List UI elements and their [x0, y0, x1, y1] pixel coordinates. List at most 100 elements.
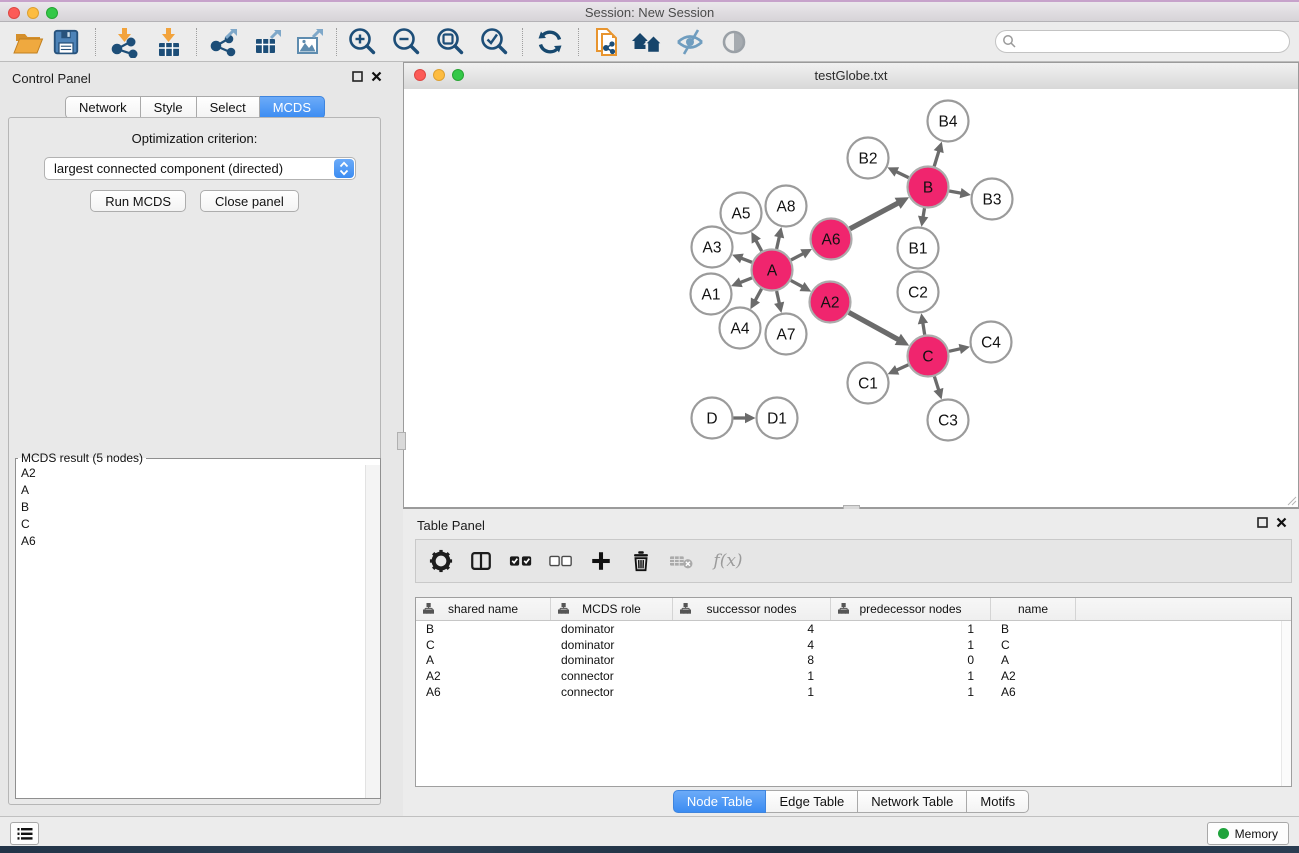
mcds-result-item[interactable]: C [16, 516, 380, 533]
table-tab-network-table[interactable]: Network Table [858, 790, 967, 813]
graph-node-A8[interactable]: A8 [766, 186, 807, 227]
graph-edge-A6-B[interactable] [850, 197, 909, 229]
float-table-panel-icon[interactable] [1257, 517, 1268, 528]
control-tab-mcds[interactable]: MCDS [260, 96, 325, 119]
add-column-button[interactable] [586, 546, 616, 576]
graph-edge-D-D1[interactable] [734, 413, 756, 423]
function-builder-button[interactable]: f(x) [706, 546, 750, 576]
export-image-button[interactable] [291, 25, 327, 59]
graph-node-C2[interactable]: C2 [898, 272, 939, 313]
table-tab-edge-table[interactable]: Edge Table [766, 790, 858, 813]
criterion-dropdown[interactable]: largest connected component (directed) [44, 157, 356, 180]
graph-node-A[interactable]: A [752, 250, 793, 291]
graph-edge-C-C3[interactable] [934, 377, 944, 400]
column-header-mcds-role[interactable]: MCDS role [551, 598, 673, 620]
zoom-out-button[interactable] [388, 25, 424, 59]
graph-node-D1[interactable]: D1 [757, 398, 798, 439]
network-window-titlebar[interactable]: testGlobe.txt [404, 63, 1298, 90]
graph-node-C4[interactable]: C4 [971, 322, 1012, 363]
close-table-panel-icon[interactable] [1276, 517, 1287, 528]
graph-node-A2[interactable]: A2 [810, 282, 851, 323]
zoom-fit-selected-button[interactable] [476, 25, 512, 59]
graph-node-A7[interactable]: A7 [766, 314, 807, 355]
table-tab-motifs[interactable]: Motifs [967, 790, 1029, 813]
graph-edge-A-A2[interactable] [791, 280, 811, 291]
apply-layout-button[interactable] [532, 25, 568, 59]
graph-edge-B-B3[interactable] [949, 188, 971, 198]
graph-edge-A2-C[interactable] [849, 312, 909, 345]
control-tab-select[interactable]: Select [197, 96, 260, 119]
column-header-predecessor-nodes[interactable]: predecessor nodes [831, 598, 991, 620]
splitter-grip-vertical[interactable] [397, 432, 406, 450]
table-row[interactable]: Cdominator41C [416, 637, 1291, 653]
float-panel-icon[interactable] [352, 71, 363, 82]
graph-node-B4[interactable]: B4 [928, 101, 969, 142]
mcds-result-item[interactable]: B [16, 499, 380, 516]
graph-edge-A-A4[interactable] [750, 289, 761, 309]
graph-node-B3[interactable]: B3 [972, 179, 1013, 220]
graph-node-A6[interactable]: A6 [811, 219, 852, 260]
column-header-shared-name[interactable]: shared name [416, 598, 551, 620]
open-session-button[interactable] [10, 25, 46, 59]
column-header-successor-nodes[interactable]: successor nodes [673, 598, 831, 620]
graph-node-A3[interactable]: A3 [692, 227, 733, 268]
save-session-button[interactable] [48, 25, 84, 59]
table-row[interactable]: A2connector11A2 [416, 668, 1291, 684]
zoom-actual-button[interactable] [432, 25, 468, 59]
select-all-columns-button[interactable] [506, 546, 536, 576]
graph-edge-B-B1[interactable] [918, 208, 928, 227]
close-panel-button[interactable]: Close panel [200, 190, 299, 212]
resize-grip-icon[interactable] [1286, 495, 1297, 506]
show-gravity-button[interactable] [716, 25, 752, 59]
table-row[interactable]: Bdominator41B [416, 621, 1291, 637]
graph-edge-A-A8[interactable] [774, 227, 784, 249]
control-tab-network[interactable]: Network [65, 96, 141, 119]
graph-node-C3[interactable]: C3 [928, 400, 969, 441]
table-scrollbar[interactable] [1281, 621, 1291, 786]
graph-node-A1[interactable]: A1 [691, 274, 732, 315]
home-view-button[interactable] [629, 25, 665, 59]
close-panel-icon[interactable] [371, 71, 382, 82]
graph-node-D[interactable]: D [692, 398, 733, 439]
import-table-button[interactable] [150, 25, 186, 59]
network-canvas[interactable]: B4 B2 B B3 A5A8A6 B1 A3 A C2 A1 A2 A4A7 C4 C C1 C3 D D1 [404, 89, 1298, 507]
split-view-button[interactable] [466, 546, 496, 576]
graph-node-B2[interactable]: B2 [848, 138, 889, 179]
graph-edge-C-C2[interactable] [918, 313, 928, 335]
table-tab-node-table[interactable]: Node Table [673, 790, 767, 813]
zoom-in-button[interactable] [344, 25, 380, 59]
import-network-button[interactable] [106, 25, 142, 59]
graph-node-C1[interactable]: C1 [848, 363, 889, 404]
graph-edge-A-A1[interactable] [731, 277, 752, 287]
graph-edge-B-B2[interactable] [887, 167, 908, 177]
run-mcds-button[interactable]: Run MCDS [90, 190, 186, 212]
graph-node-B[interactable]: B [908, 167, 949, 208]
table-row[interactable]: A6connector11A6 [416, 684, 1291, 700]
delete-table-button[interactable] [666, 546, 696, 576]
mcds-result-item[interactable]: A6 [16, 533, 380, 550]
control-tab-style[interactable]: Style [141, 96, 197, 119]
table-settings-button[interactable] [426, 546, 456, 576]
graph-node-A5[interactable]: A5 [721, 193, 762, 234]
graph-edge-A-A5[interactable] [751, 232, 761, 251]
graph-edge-C-C1[interactable] [888, 365, 909, 375]
export-table-button[interactable] [249, 25, 285, 59]
graph-edge-B-B4[interactable] [934, 142, 944, 167]
mcds-result-item[interactable]: A2 [16, 465, 380, 482]
export-network-button[interactable] [206, 25, 242, 59]
graph-node-B1[interactable]: B1 [898, 228, 939, 269]
result-scrollbar[interactable] [365, 465, 380, 798]
hide-panels-button[interactable] [672, 25, 708, 59]
table-row[interactable]: Adominator80A [416, 653, 1291, 669]
delete-column-button[interactable] [626, 546, 656, 576]
search-input[interactable] [995, 30, 1290, 53]
panel-list-button[interactable] [10, 822, 39, 845]
mcds-result-item[interactable]: A [16, 482, 380, 499]
graph-node-A4[interactable]: A4 [720, 308, 761, 349]
column-header-name[interactable]: name [991, 598, 1076, 620]
graph-node-C[interactable]: C [908, 336, 949, 377]
graph-edge-A-A3[interactable] [732, 254, 752, 264]
copy-view-button[interactable] [588, 25, 624, 59]
graph-edge-C-C4[interactable] [949, 344, 970, 354]
graph-edge-A-A7[interactable] [774, 291, 784, 313]
